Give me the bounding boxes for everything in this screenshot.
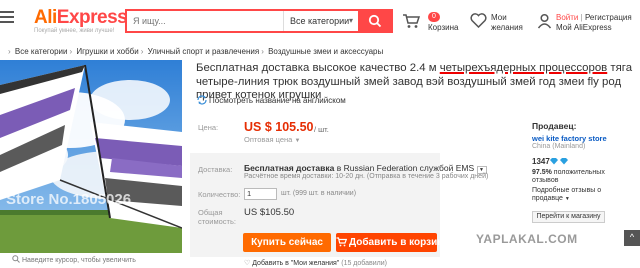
translate-icon: [197, 95, 207, 105]
chevron-down-icon: ▼: [294, 138, 301, 144]
translate-link[interactable]: Посмотреть название на английском: [197, 95, 346, 105]
search-input[interactable]: [127, 11, 283, 31]
wishlist-label-line1: Мои: [491, 13, 507, 22]
cart-count-badge: 0: [428, 12, 440, 22]
login-separator: |: [580, 13, 583, 22]
image-caption: Наведите курсор, чтобы увеличить: [12, 255, 136, 264]
shipping-estimate: Расчётное время доставки: 10-20 дн. (Отп…: [244, 173, 489, 180]
register-link[interactable]: Регистрация: [585, 13, 632, 22]
search-button[interactable]: [358, 11, 391, 31]
kite-photo: Store No.1805026: [0, 60, 182, 253]
image-watermark: Store No.1805026: [6, 191, 131, 208]
go-to-store-button[interactable]: Перейти к магазину: [532, 211, 605, 223]
product-image[interactable]: Store No.1805026: [0, 60, 182, 253]
account-menu: Войти | Регистрация Мой AliExpress: [537, 10, 640, 36]
scroll-top-arrow-icon[interactable]: ^: [624, 230, 640, 246]
search-category-select[interactable]: Все категории ▾: [283, 11, 358, 31]
title-highlight: четырехъядерных процессоров: [439, 62, 608, 74]
seller-feedback: 97.5% положительных отзывов: [532, 169, 605, 184]
heart-icon: ♡: [244, 260, 251, 267]
wholesale-link[interactable]: Оптовая цена ▼: [244, 135, 300, 144]
aliexpress-logo[interactable]: AliExpress Покупай умнее, живи лучше!: [34, 8, 128, 35]
chevron-down-icon: ▼: [564, 196, 570, 202]
buy-now-button[interactable]: Купить сейчас: [243, 233, 331, 252]
cart-label: Корзина: [428, 23, 459, 32]
quantity-input[interactable]: 1: [244, 188, 277, 200]
seller-detailed-feedback-link[interactable]: Подробные отзывы о продавце ▼: [532, 187, 632, 203]
breadcrumb-item-all[interactable]: Все категории: [15, 47, 68, 56]
seller-name-link[interactable]: wei kite factory store: [532, 134, 607, 143]
seller-score: 1347: [532, 157, 550, 166]
price-value: US $ 105.50: [244, 120, 314, 134]
logo-tagline: Покупай умнее, живи лучше!: [34, 28, 115, 34]
chevron-down-icon: ▾: [348, 16, 353, 25]
cart-icon: [336, 237, 347, 247]
wishlist-label-line2: желания: [491, 23, 523, 32]
hamburger-menu-icon[interactable]: [0, 11, 14, 25]
my-aliexpress-link[interactable]: Мой AliExpress: [556, 23, 612, 33]
price-unit: / шт.: [314, 125, 329, 134]
quantity-label: Количество:: [198, 190, 241, 199]
add-to-wishlist-link[interactable]: ♡ Добавить в "Мои желания" (15 добавили): [244, 259, 387, 267]
total-value: US $105.50: [244, 207, 295, 218]
breadcrumb-item-toys[interactable]: Игрушки и хобби: [76, 47, 138, 56]
breadcrumb-item-outdoor[interactable]: Уличный спорт и развлечения: [148, 47, 260, 56]
breadcrumb-item-kites[interactable]: Воздушные змеи и аксессуары: [268, 47, 383, 56]
search-bar: Все категории ▾: [125, 9, 393, 33]
total-label-line2: стоимость:: [198, 217, 236, 226]
price-label: Цена:: [198, 123, 219, 132]
diamond-rating-icon: [549, 157, 569, 167]
search-icon: [368, 14, 381, 28]
site-watermark: YAPLAKAL.COM: [476, 232, 578, 246]
wishlist-count: (15 добавили): [341, 260, 387, 267]
seller-country: China (Mainland): [532, 143, 586, 150]
add-to-cart-button[interactable]: Добавить в корзину: [336, 233, 449, 252]
user-icon: [537, 13, 552, 29]
total-label-line1: Общая: [198, 208, 223, 217]
breadcrumb: › Все категории › Игрушки и хобби › Уличны…: [8, 47, 384, 56]
zoom-icon: [12, 255, 20, 263]
login-link[interactable]: Войти: [556, 13, 578, 22]
shipping-label: Доставка:: [198, 165, 233, 174]
cart-button[interactable]: 0 Корзина: [402, 10, 462, 36]
top-header: AliExpress Покупай умнее, живи лучше! Вс…: [0, 0, 640, 42]
cart-icon: [403, 14, 420, 28]
seller-heading: Продавец:: [532, 121, 577, 131]
wishlist-button[interactable]: Мои желания: [470, 10, 532, 36]
heart-icon: [470, 13, 487, 28]
home-chevron-icon: ›: [8, 47, 11, 56]
quantity-note: шт. (999 шт. в наличии): [281, 190, 357, 197]
